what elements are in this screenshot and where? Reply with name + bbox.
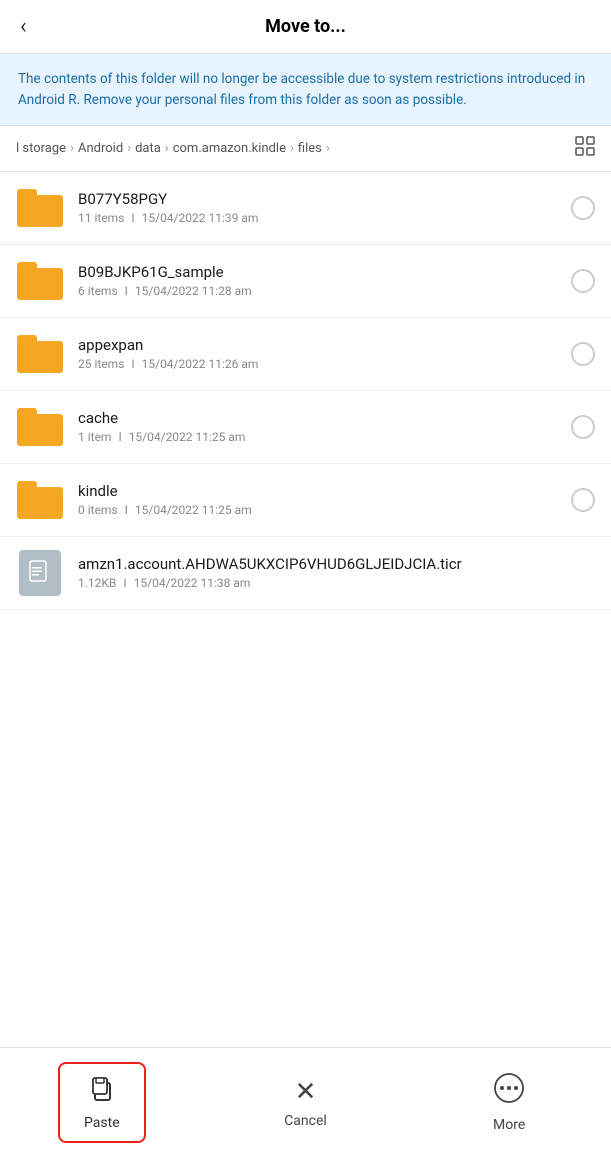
paste-label: Paste [84, 1115, 120, 1131]
file-info: B09BJKP61G_sample 6 items I 15/04/2022 1… [78, 263, 561, 298]
breadcrumb-storage[interactable]: l storage [16, 141, 66, 156]
paste-button[interactable]: Paste [0, 1062, 204, 1143]
list-item[interactable]: appexpan 25 items I 15/04/2022 11:26 am [0, 318, 611, 391]
cancel-button[interactable]: ✕ Cancel [204, 1077, 408, 1129]
warning-banner: The contents of this folder will no long… [0, 54, 611, 126]
file-info: kindle 0 items I 15/04/2022 11:25 am [78, 482, 561, 517]
folder-icon [16, 257, 64, 305]
page-title: Move to... [265, 16, 346, 37]
list-item[interactable]: cache 1 item I 15/04/2022 11:25 am [0, 391, 611, 464]
file-info: B077Y58PGY 11 items I 15/04/2022 11:39 a… [78, 190, 561, 225]
file-meta: 25 items I 15/04/2022 11:26 am [78, 357, 561, 371]
file-doc-icon [16, 549, 64, 597]
file-list: B077Y58PGY 11 items I 15/04/2022 11:39 a… [0, 172, 611, 1048]
grid-view-icon[interactable] [575, 136, 595, 161]
warning-text: The contents of this folder will no long… [18, 71, 585, 108]
list-item[interactable]: amzn1.account.AHDWA5UKXCIP6VHUD6GLJEIDJC… [0, 537, 611, 610]
more-button[interactable]: More [407, 1072, 611, 1133]
folder-icon [16, 184, 64, 232]
header: ‹ Move to... [0, 0, 611, 54]
paste-btn-wrapper[interactable]: Paste [58, 1062, 146, 1143]
list-item[interactable]: B09BJKP61G_sample 6 items I 15/04/2022 1… [0, 245, 611, 318]
breadcrumb-kindle[interactable]: com.amazon.kindle [173, 141, 286, 156]
file-name: cache [78, 409, 561, 427]
file-meta: 0 items I 15/04/2022 11:25 am [78, 503, 561, 517]
radio-button[interactable] [571, 269, 595, 293]
file-name: B09BJKP61G_sample [78, 263, 561, 281]
file-name: kindle [78, 482, 561, 500]
file-name: B077Y58PGY [78, 190, 561, 208]
document-icon [19, 550, 61, 596]
paste-icon [88, 1074, 116, 1109]
radio-button[interactable] [571, 488, 595, 512]
radio-button[interactable] [571, 415, 595, 439]
radio-button[interactable] [571, 196, 595, 220]
breadcrumb-data[interactable]: data [135, 141, 161, 156]
cancel-icon: ✕ [295, 1077, 317, 1107]
file-info: appexpan 25 items I 15/04/2022 11:26 am [78, 336, 561, 371]
more-label: More [493, 1117, 525, 1133]
file-name: appexpan [78, 336, 561, 354]
cancel-label: Cancel [284, 1113, 327, 1129]
list-item[interactable]: kindle 0 items I 15/04/2022 11:25 am [0, 464, 611, 537]
file-meta: 11 items I 15/04/2022 11:39 am [78, 211, 561, 225]
file-meta: 1.12KB I 15/04/2022 11:38 am [78, 576, 595, 590]
file-info: cache 1 item I 15/04/2022 11:25 am [78, 409, 561, 444]
breadcrumb-android[interactable]: Android [78, 141, 123, 156]
file-meta: 1 item I 15/04/2022 11:25 am [78, 430, 561, 444]
bottom-bar: Paste ✕ Cancel More [0, 1047, 611, 1167]
file-meta: 6 items I 15/04/2022 11:28 am [78, 284, 561, 298]
folder-icon [16, 330, 64, 378]
folder-icon [16, 403, 64, 451]
breadcrumb[interactable]: l storage › Android › data › com.amazon.… [0, 126, 611, 172]
folder-icon [16, 476, 64, 524]
radio-button[interactable] [571, 342, 595, 366]
back-button[interactable]: ‹ [20, 14, 27, 39]
file-info: amzn1.account.AHDWA5UKXCIP6VHUD6GLJEIDJC… [78, 555, 595, 590]
more-icon [493, 1072, 525, 1111]
breadcrumb-files[interactable]: files [298, 141, 322, 156]
list-item[interactable]: B077Y58PGY 11 items I 15/04/2022 11:39 a… [0, 172, 611, 245]
file-name: amzn1.account.AHDWA5UKXCIP6VHUD6GLJEIDJC… [78, 555, 595, 573]
